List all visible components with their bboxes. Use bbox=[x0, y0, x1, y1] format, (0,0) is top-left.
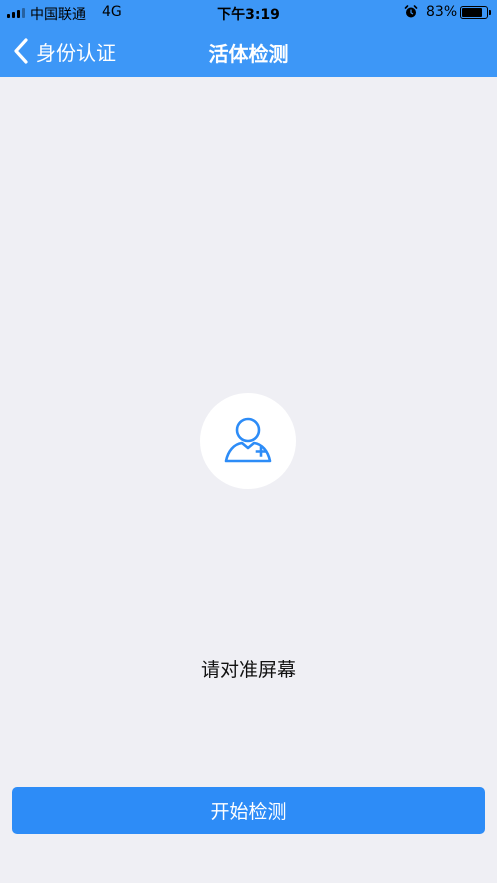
battery-cap bbox=[489, 10, 491, 15]
alarm-clock-icon bbox=[404, 5, 418, 18]
avatar bbox=[200, 393, 296, 489]
status-time: 下午3:19 bbox=[217, 7, 280, 23]
status-bar: 中国联通 4G 下午3:19 83% bbox=[0, 0, 497, 26]
user-medical-icon bbox=[224, 417, 272, 463]
battery-icon bbox=[460, 6, 488, 19]
start-detection-button[interactable]: 开始检测 bbox=[12, 787, 485, 834]
top-bar: 中国联通 4G 下午3:19 83% 身份认证 活体检测 bbox=[0, 0, 497, 77]
battery-level bbox=[462, 8, 482, 17]
nav-bar: 身份认证 活体检测 bbox=[0, 26, 497, 77]
battery-percent: 83% bbox=[426, 4, 458, 20]
page-title: 活体检测 bbox=[208, 42, 289, 66]
instruction-text: 请对准屏幕 bbox=[200, 659, 296, 681]
screen: 中国联通 4G 下午3:19 83% 身份认证 活体检测 请对准屏幕 开始检测 bbox=[0, 0, 497, 883]
